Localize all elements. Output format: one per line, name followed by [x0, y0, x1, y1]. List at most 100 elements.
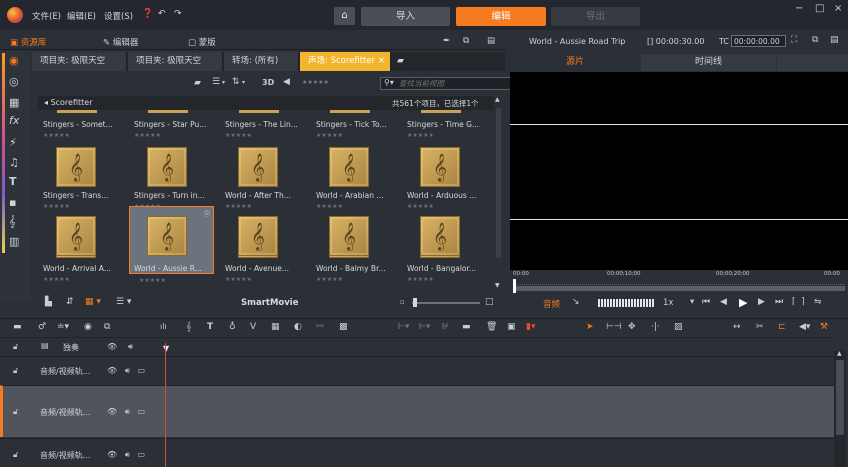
visibility-icon[interactable]: 👁︎ — [107, 342, 117, 351]
maximize-button[interactable]: □ — [815, 3, 824, 14]
scrubber-handle[interactable] — [513, 279, 516, 293]
timeline-scrollbar[interactable]: ▲ — [834, 350, 846, 467]
record-voiceover-icon[interactable]: ◉ — [84, 322, 92, 332]
tab-library[interactable]: ▣ 资源库 — [10, 36, 46, 48]
lock-icon[interactable]: 🔓︎ — [13, 342, 18, 352]
sort-dropdown-icon[interactable]: ▾ — [242, 79, 245, 86]
asset-rating[interactable]: ★★★★★ — [43, 276, 70, 283]
tab-scorefitter[interactable]: 声场: Scorefitter × — [300, 52, 391, 71]
av-track-1[interactable]: 🔓︎ 音频/视频轨... 👁︎ 🔊︎ ▭ — [0, 356, 834, 384]
lock-icon[interactable]: 🔓︎ — [13, 407, 18, 417]
timecode-field[interactable]: 00:00:00.00 — [731, 35, 786, 47]
tab-mask[interactable]: ▢ 蒙版 — [188, 36, 216, 48]
magnet-icon[interactable]: ✂ — [756, 322, 764, 332]
list-view-dropdown-icon[interactable]: ▾ — [222, 79, 225, 86]
asset-rating[interactable]: ★★★★★ — [316, 132, 343, 139]
menu-settings[interactable]: 设置(S) — [104, 10, 133, 22]
go-to-end-icon[interactable]: ⏭ — [775, 297, 783, 307]
step-back-icon[interactable]: ◀︎ — [720, 297, 727, 307]
home-button[interactable]: ⌂ — [334, 7, 355, 25]
tab-source[interactable]: 源片 — [510, 54, 640, 71]
zoom-slider[interactable] — [412, 302, 480, 304]
grid-icon[interactable]: ▦ — [271, 322, 280, 332]
asset-rating[interactable]: ★★★★★ — [316, 276, 343, 283]
add-track-icon[interactable]: ♂ — [38, 322, 46, 332]
playhead-marker-icon[interactable]: ▼ — [163, 344, 169, 353]
audio-icon[interactable]: 🔊︎ — [128, 342, 133, 352]
marker-icon[interactable]: ▮▾ — [526, 322, 535, 332]
move-icon[interactable]: ✥ — [628, 322, 636, 332]
transition-icon[interactable]: ⚡ — [9, 136, 17, 149]
asset-item[interactable]: 𝄞 World - Balmy Br... ★★★★★ — [311, 206, 396, 292]
thumbnail-size-icon[interactable]: ▦ ▾ — [85, 297, 101, 307]
close-button[interactable]: × — [834, 3, 842, 14]
disc-icon[interactable]: ◎ — [9, 75, 19, 88]
track-controls[interactable]: 👁︎ 🔊︎ ▭ — [107, 450, 145, 460]
help-icon[interactable]: ❓ — [142, 9, 153, 19]
tab-transitions[interactable]: 转场: (所有) — [224, 52, 299, 71]
minimize-button[interactable]: − — [795, 3, 803, 14]
track-controls[interactable]: 👁︎ 🔊︎ ▭ — [107, 407, 145, 417]
tag-icon[interactable]: ◀ — [283, 77, 290, 87]
scroll-up-icon[interactable]: ▲ — [495, 96, 500, 103]
sort-icon[interactable]: ⇅ — [232, 77, 240, 87]
smartmovie-button[interactable]: SmartMovie — [241, 298, 299, 308]
player-layout-icon[interactable]: ▤ — [830, 35, 839, 45]
asset-rating[interactable]: ★★★★★ — [407, 276, 434, 283]
detach-player-icon[interactable]: ⧉ — [812, 35, 818, 45]
mark-out-icon[interactable]: ⌉ — [801, 297, 805, 307]
split-right-icon[interactable]: ⊫▾ — [418, 322, 430, 332]
import-mode-button[interactable]: 导入 — [361, 7, 450, 26]
razor-icon[interactable]: ⚒ — [820, 322, 828, 332]
slip-icon[interactable]: ·|· — [651, 322, 660, 332]
zoom-in-icon[interactable]: □ — [485, 297, 494, 307]
asset-item[interactable]: Stingers - Tick To... ★★★★★ 𝄞 — [311, 120, 396, 192]
list-view-icon[interactable]: ☰ — [212, 77, 220, 87]
play-icon[interactable]: ▶ — [739, 296, 747, 309]
go-to-start-icon[interactable]: ⏮ — [702, 297, 710, 307]
detach-icon[interactable]: ⧉ — [463, 36, 469, 46]
asset-item[interactable]: Stingers - Somet... ★★★★★ 𝄞 — [38, 120, 123, 192]
audio-scrub-icon[interactable]: ◀▾ — [799, 322, 810, 332]
connect-icon[interactable]: ⇵ — [66, 297, 74, 307]
music-icon[interactable]: ♫ — [9, 156, 19, 169]
link-icon[interactable]: ⚯ — [316, 322, 324, 332]
menu-file[interactable]: 文件(E) — [32, 10, 61, 22]
track-controls[interactable]: 👁︎ 🔊︎ ▭ — [107, 366, 145, 376]
asset-item[interactable]: Stingers - The Lin... ★★★★★ 𝄞 — [220, 120, 305, 192]
asset-item-selected[interactable]: ⓘ 𝄞 World - Aussie R... — [129, 206, 214, 274]
trim-mode-icon[interactable]: ⊢⊣ — [606, 322, 622, 332]
playhead-line[interactable] — [165, 343, 166, 467]
asset-item[interactable]: 𝄞 World - Bangalor... ★★★★★ — [402, 206, 487, 292]
new-tab-icon[interactable]: ▰ — [397, 56, 404, 66]
asset-rating[interactable]: ★★★★★ — [139, 277, 166, 284]
asset-item[interactable]: Stingers - Time G... ★★★★★ 𝄞 — [402, 120, 487, 192]
undo-icon[interactable]: ↶ — [158, 9, 166, 19]
microphone-icon[interactable]: ♁ — [229, 322, 236, 332]
delete-icon[interactable]: 🗑 — [486, 322, 497, 332]
scorefitter-tl-icon[interactable]: 𝄞 — [186, 322, 191, 332]
effects-fx-icon[interactable]: fx — [9, 114, 19, 127]
zoom-slider-handle[interactable] — [413, 298, 417, 307]
eyedropper-icon[interactable]: ✒ — [443, 36, 450, 46]
menu-edit[interactable]: 编辑(E) — [67, 10, 96, 22]
asset-rating[interactable]: ★★★★★ — [407, 132, 434, 139]
audio-tool-icon[interactable]: ↘ — [572, 297, 580, 307]
scroll-up-icon[interactable]: ▲ — [837, 350, 842, 357]
folder-icon[interactable]: ▰ — [194, 78, 201, 88]
select-tool-icon[interactable]: ➤ — [586, 322, 594, 332]
tab-project-bin-1[interactable]: 项目夹: 极限天空 — [32, 52, 127, 71]
mark-in-icon[interactable]: ⌈ — [792, 297, 796, 307]
layout-icon[interactable]: ▤ — [487, 36, 495, 46]
tab-timeline[interactable]: 时间线 — [641, 54, 776, 71]
view-3d-toggle[interactable]: 3D — [262, 78, 274, 87]
close-tab-icon[interactable]: × — [378, 56, 385, 66]
timeline-settings-icon[interactable]: ▬ — [13, 322, 22, 332]
asset-item[interactable]: 𝄞 World - Avenue... ★★★★★ — [220, 206, 305, 292]
redo-icon[interactable]: ↷ — [174, 9, 182, 19]
timeline-scroll-thumb[interactable] — [836, 360, 844, 435]
av-track-3[interactable]: 🔓︎ 音频/视频轨... 👁︎ 🔊︎ ▭ — [0, 438, 834, 467]
zoom-out-icon[interactable]: ▫ — [400, 298, 405, 306]
edit-mode-button[interactable]: 编辑 — [456, 7, 546, 26]
player-ruler[interactable]: 00:00 00;00;10;00 00;00;20;00 00:00 — [510, 270, 848, 294]
